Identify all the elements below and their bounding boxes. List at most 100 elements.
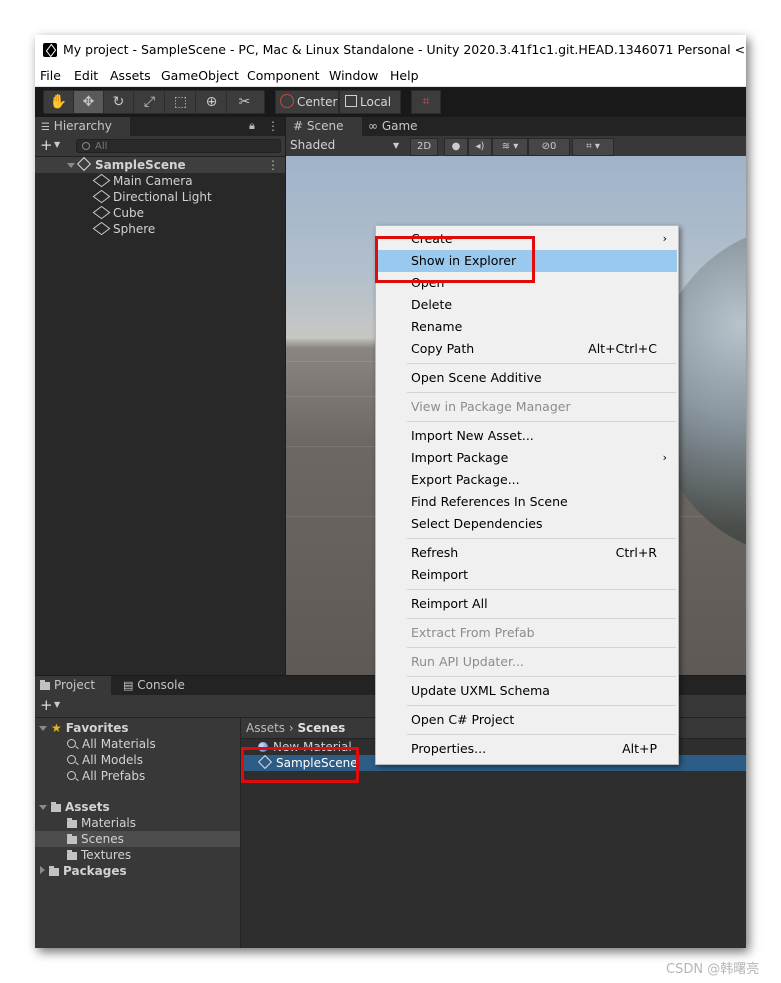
hidden-objects-toggle[interactable]: ⊘0 xyxy=(528,138,570,156)
menu-bar: File Edit Assets GameObject Component Wi… xyxy=(35,65,746,87)
favorite-label: All Models xyxy=(82,753,143,767)
tab-game[interactable]: ∞ Game xyxy=(368,117,438,136)
menu-separator xyxy=(407,647,676,648)
folder-icon xyxy=(67,850,77,860)
tab-hierarchy[interactable]: ☰ Hierarchy xyxy=(35,117,130,136)
hand-tool-icon[interactable]: ✋ xyxy=(44,91,74,113)
menu-item-select-dependencies[interactable]: Select Dependencies xyxy=(377,513,677,535)
chevron-right-icon: › xyxy=(288,721,298,735)
tree-packages[interactable]: Packages xyxy=(35,863,240,879)
menu-item-extract-from-prefab: Extract From Prefab xyxy=(411,625,535,640)
hierarchy-item-cube[interactable]: Cube xyxy=(35,205,285,221)
menu-item-rename[interactable]: Rename xyxy=(377,316,677,338)
dropdown-arrow-icon[interactable]: ▼ xyxy=(54,700,60,709)
menu-gameobject[interactable]: GameObject xyxy=(161,68,239,83)
menu-item-import-package[interactable]: Import Package › xyxy=(377,447,677,469)
menu-separator xyxy=(407,392,676,393)
menu-item-copy-path[interactable]: Copy Path Alt+Ctrl+C xyxy=(377,338,677,360)
scene-options-icon[interactable]: ⋮ xyxy=(267,157,279,173)
toggle-2d-button[interactable]: 2D xyxy=(410,138,438,156)
tab-scene[interactable]: # Scene xyxy=(286,117,362,136)
menu-help[interactable]: Help xyxy=(390,68,419,83)
menu-item-reimport-all[interactable]: Reimport All xyxy=(377,593,677,615)
hierarchy-search-input[interactable]: All xyxy=(76,139,281,153)
menu-window[interactable]: Window xyxy=(329,68,378,83)
add-plus-icon[interactable]: + xyxy=(40,136,53,154)
collapse-arrow-icon[interactable] xyxy=(40,866,45,874)
chevron-down-icon[interactable]: ▼ xyxy=(393,141,399,150)
custom-tool-icon[interactable]: ✂ xyxy=(230,91,259,113)
move-tool-icon[interactable]: ✥ xyxy=(74,91,104,113)
menu-assets[interactable]: Assets xyxy=(110,68,151,83)
scale-tool-icon[interactable]: ⤢ xyxy=(135,91,165,113)
menu-item-refresh[interactable]: Refresh Ctrl+R xyxy=(377,542,677,564)
menu-component[interactable]: Component xyxy=(247,68,320,83)
menu-item-delete[interactable]: Delete xyxy=(377,294,677,316)
search-icon xyxy=(67,739,76,748)
tree-folder-scenes[interactable]: Scenes xyxy=(35,831,240,847)
dropdown-arrow-icon[interactable]: ▼ xyxy=(54,140,60,149)
rotate-tool-icon[interactable]: ↻ xyxy=(104,91,134,113)
rect-tool-icon[interactable]: ⬚ xyxy=(166,91,196,113)
menu-item-open-scene-additive[interactable]: Open Scene Additive xyxy=(377,367,677,389)
breadcrumb-scenes[interactable]: Scenes xyxy=(298,721,346,735)
tab-console[interactable]: ▤ Console xyxy=(123,676,203,695)
search-icon xyxy=(82,142,90,150)
lighting-bulb-icon[interactable]: ● xyxy=(444,138,468,156)
menu-item-properties[interactable]: Properties... Alt+P xyxy=(377,738,677,760)
menu-item-find-references[interactable]: Find References In Scene xyxy=(377,491,677,513)
menu-separator xyxy=(407,538,676,539)
hierarchy-item-label: Cube xyxy=(113,206,144,220)
pivot-mode-button[interactable]: Center xyxy=(275,90,339,114)
hierarchy-item-directional-light[interactable]: Directional Light xyxy=(35,189,285,205)
tree-favorites[interactable]: ★ Favorites xyxy=(35,720,240,736)
eye-slash-icon: ⊘ xyxy=(541,141,550,152)
menu-item-export-package[interactable]: Export Package... xyxy=(377,469,677,491)
folder-open-icon xyxy=(51,802,61,812)
menu-edit[interactable]: Edit xyxy=(74,68,98,83)
pivot-space-button[interactable]: Local xyxy=(339,90,401,114)
expand-arrow-icon[interactable] xyxy=(39,726,47,731)
menu-file[interactable]: File xyxy=(40,68,61,83)
hierarchy-item-label: Main Camera xyxy=(113,174,193,188)
lock-icon[interactable]: 🔒︎ xyxy=(249,119,255,133)
pivot-center-icon xyxy=(280,94,294,108)
grid-snap-icon[interactable]: ⌗ xyxy=(411,90,441,114)
add-plus-icon[interactable]: + xyxy=(40,696,53,714)
effects-layers-icon[interactable]: ≋ ▾ xyxy=(492,138,528,156)
expand-arrow-icon[interactable] xyxy=(67,163,75,168)
tree-favorite-all-models[interactable]: All Models xyxy=(35,752,240,768)
hidden-count: 0 xyxy=(550,141,557,152)
menu-item-reimport[interactable]: Reimport xyxy=(377,564,677,586)
hierarchy-item-sphere[interactable]: Sphere xyxy=(35,221,285,237)
tree-favorite-all-prefabs[interactable]: All Prefabs xyxy=(35,768,240,784)
tree-favorite-all-materials[interactable]: All Materials xyxy=(35,736,240,752)
menu-item-update-uxml-schema[interactable]: Update UXML Schema xyxy=(377,680,677,702)
game-tab-label: Game xyxy=(381,119,418,133)
expand-arrow-icon[interactable] xyxy=(39,805,47,810)
title-bar: My project - SampleScene - PC, Mac & Lin… xyxy=(35,35,746,65)
tab-project[interactable]: Project xyxy=(35,676,111,695)
folder-label: Materials xyxy=(81,816,137,830)
menu-item-view-in-package-manager: View in Package Manager xyxy=(411,399,571,414)
pivot-mode-label: Center xyxy=(297,95,338,109)
folder-icon xyxy=(67,834,77,844)
audio-speaker-icon[interactable]: ◂) xyxy=(468,138,492,156)
hierarchy-item-main-camera[interactable]: Main Camera xyxy=(35,173,285,189)
menu-item-open-csharp-project[interactable]: Open C# Project xyxy=(377,709,677,731)
tree-folder-materials[interactable]: Materials xyxy=(35,815,240,831)
more-options-icon[interactable]: ⋮ xyxy=(267,119,279,133)
hierarchy-scene-row[interactable]: SampleScene ⋮ xyxy=(35,156,285,173)
breadcrumb-assets[interactable]: Assets xyxy=(246,721,285,735)
main-toolbar: ✋ ✥ ↻ ⤢ ⬚ ⊕ ✂ Center Local ⌗ xyxy=(35,87,746,117)
grid-toggle-icon[interactable]: ⌗ ▾ xyxy=(572,138,614,156)
tree-assets[interactable]: Assets xyxy=(35,799,240,815)
search-icon xyxy=(67,755,76,764)
draw-mode-dropdown[interactable]: Shaded xyxy=(290,138,335,152)
transform-tool-icon[interactable]: ⊕ xyxy=(197,91,227,113)
hierarchy-item-label: Sphere xyxy=(113,222,156,236)
tree-folder-textures[interactable]: Textures xyxy=(35,847,240,863)
menu-item-import-new-asset[interactable]: Import New Asset... xyxy=(377,425,677,447)
scene-tab-label: Scene xyxy=(306,119,344,133)
unity-editor-window: My project - SampleScene - PC, Mac & Lin… xyxy=(35,35,746,948)
